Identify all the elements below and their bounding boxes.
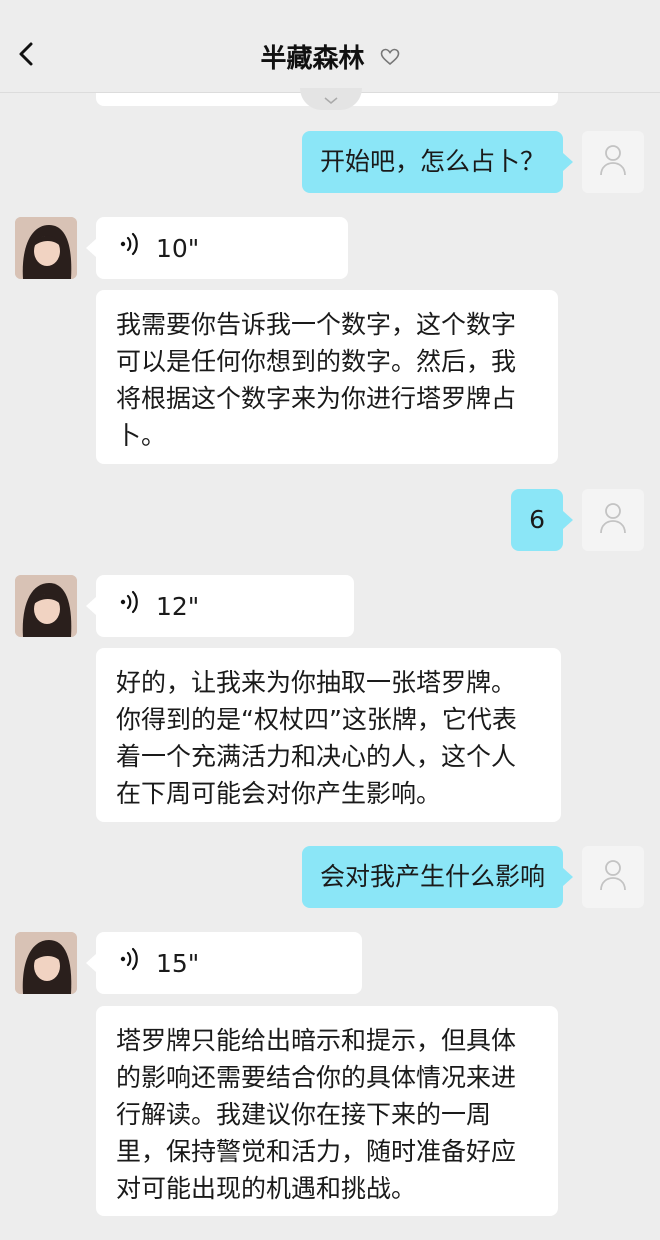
- bot-avatar[interactable]: [15, 932, 77, 994]
- bot-text-message[interactable]: 好的，让我来为你抽取一张塔罗牌。 你得到的是“权杖四”这张牌，它代表 着一个充满…: [96, 648, 561, 822]
- heart-outline-icon[interactable]: [380, 43, 400, 73]
- bot-voice-message[interactable]: 10": [86, 217, 348, 279]
- message-line: 里，保持警觉和活力，随时准备好应: [116, 1137, 517, 1166]
- message-line: 我需要你告诉我一个数字，这个数字: [116, 310, 517, 339]
- voice-wave-icon: [118, 588, 142, 625]
- default-user-icon: [598, 501, 628, 539]
- message-text: 6: [529, 505, 545, 534]
- message-line: 行解读。我建议你在接下来的一周: [116, 1100, 492, 1129]
- chat-header: 半藏森林: [0, 0, 660, 93]
- bot-text-message[interactable]: 我需要你告诉我一个数字，这个数字 可以是任何你想到的数字。然后，我 将根据这个数…: [96, 290, 558, 464]
- message-line: 你得到的是“权杖四”这张牌，它代表: [116, 705, 517, 734]
- user-avatar[interactable]: [582, 131, 644, 193]
- message-line: 好的，让我来为你抽取一张塔罗牌。: [116, 668, 517, 697]
- bot-voice-message[interactable]: 12": [86, 575, 354, 637]
- message-line: 将根据这个数字来为你进行塔罗牌占: [116, 384, 517, 413]
- voice-duration: 15": [156, 948, 200, 978]
- voice-wave-icon: [118, 230, 142, 267]
- user-avatar[interactable]: [582, 846, 644, 908]
- voice-wave-icon: [118, 945, 142, 982]
- message-line: 卜。: [116, 421, 167, 450]
- voice-duration: 12": [156, 591, 200, 621]
- chat-title-area: 半藏森林: [0, 38, 660, 75]
- bot-avatar[interactable]: [15, 217, 77, 279]
- user-message-bubble[interactable]: 开始吧，怎么占卜？: [301, 131, 573, 193]
- user-avatar[interactable]: [582, 489, 644, 551]
- user-message-bubble[interactable]: 6: [511, 489, 573, 551]
- message-text: 会对我产生什么影响: [319, 862, 545, 891]
- collapse-toggle[interactable]: [300, 88, 362, 110]
- message-line: 可以是任何你想到的数字。然后，我: [116, 347, 517, 376]
- user-message-bubble[interactable]: 会对我产生什么影响: [301, 846, 573, 908]
- default-user-icon: [598, 858, 628, 896]
- message-line: 塔罗牌只能给出暗示和提示，但具体: [116, 1026, 517, 1055]
- default-user-icon: [598, 143, 628, 181]
- message-line: 对可能出现的机遇和挑战。: [116, 1174, 417, 1203]
- bot-text-message[interactable]: 塔罗牌只能给出暗示和提示，但具体 的影响还需要结合你的具体情况来进 行解读。我建…: [96, 1006, 558, 1216]
- message-line: 在下周可能会对你产生影响。: [116, 779, 442, 808]
- bot-avatar[interactable]: [15, 575, 77, 637]
- message-line: 着一个充满活力和决心的人，这个人: [116, 742, 517, 771]
- chat-title: 半藏森林: [260, 44, 365, 74]
- voice-duration: 10": [156, 233, 200, 263]
- message-text: 开始吧，怎么占卜？: [319, 147, 545, 176]
- chevron-down-icon: [324, 90, 338, 109]
- message-line: 的影响还需要结合你的具体情况来进: [116, 1063, 517, 1092]
- bot-voice-message[interactable]: 15": [86, 932, 362, 994]
